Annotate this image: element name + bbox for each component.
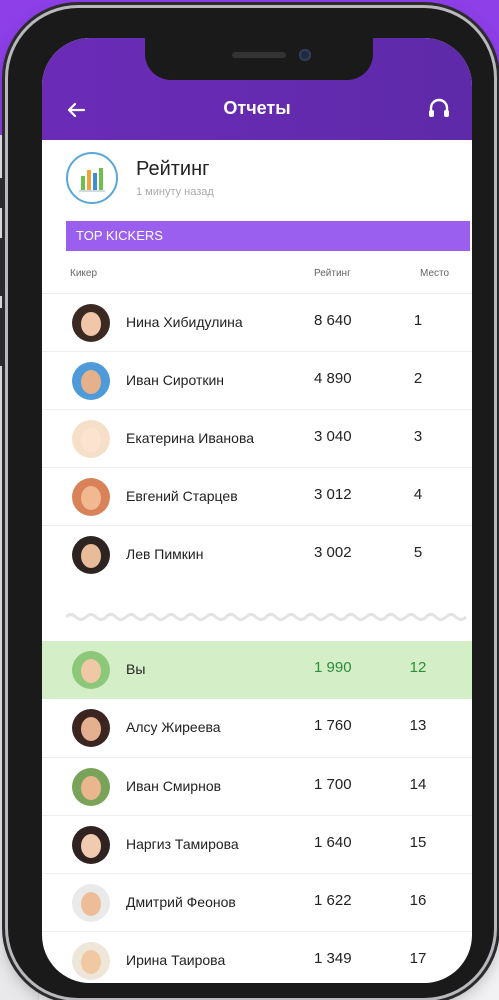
phone-volume-down [0,308,4,366]
speaker-grille [232,52,286,58]
player-rating: 1 990 [314,659,352,676]
phone-frame: Отчеты Рейтинг 1 минуту назад TOP KICKER… [0,8,494,998]
player-place: 16 [409,892,427,909]
table-row[interactable]: Евгений Старцев 3 012 4 [42,467,472,526]
column-header-kicker: Кикер [70,268,98,279]
phone-notch [145,38,373,80]
player-name: Иван Смирнов [126,778,222,794]
phone-mute-switch [0,178,4,208]
player-rating: 1 349 [314,950,352,967]
player-name: Иван Сироткин [126,372,225,388]
bar-chart-icon [66,152,118,204]
player-place: 17 [409,950,427,967]
table-row[interactable]: Наргиз Тамирова 1 640 15 [42,815,472,874]
player-name: Евгений Старцев [126,488,238,504]
avatar [72,304,110,342]
player-place: 4 [413,486,423,503]
player-rating: 1 640 [314,834,352,851]
player-rating: 3 002 [314,544,352,561]
player-name: Наргиз Тамирова [126,836,239,852]
table-row[interactable]: Иван Сироткин 4 890 2 [42,351,472,410]
player-place: 1 [413,312,423,329]
player-place: 12 [409,659,427,676]
player-place: 13 [409,717,427,734]
table-row[interactable]: Нина Хибидулина 8 640 1 [42,293,472,352]
player-rating: 3 040 [314,428,352,445]
player-rating: 1 760 [314,717,352,734]
player-place: 3 [413,428,423,445]
avatar [72,362,110,400]
player-rating: 8 640 [314,312,352,329]
avatar [72,768,110,806]
player-place: 5 [413,544,423,561]
report-timestamp: 1 минуту назад [136,186,214,198]
avatar [72,709,110,747]
avatar [72,884,110,922]
avatar [72,536,110,574]
avatar [72,651,110,689]
table-row[interactable]: Алсу Жиреева 1 760 13 [42,699,472,757]
player-name: Дмитрий Феонов [126,894,236,910]
table-row[interactable]: Ирина Таирова 1 349 17 [42,931,472,983]
table-row[interactable]: Дмитрий Феонов 1 622 16 [42,873,472,932]
table-row[interactable]: Иван Смирнов 1 700 14 [42,757,472,816]
phone-screen: Отчеты Рейтинг 1 минуту назад TOP KICKER… [42,38,472,983]
player-rating: 4 890 [314,370,352,387]
avatar [72,420,110,458]
column-header-place: Место [420,268,450,279]
front-camera [299,49,311,61]
player-name: Вы [126,661,146,677]
player-name: Нина Хибидулина [126,314,243,330]
player-place: 2 [413,370,423,387]
player-name: Лев Пимкин [126,546,204,562]
player-rating: 1 622 [314,892,352,909]
avatar [72,478,110,516]
player-place: 15 [409,834,427,851]
headset-icon[interactable] [426,96,452,122]
list-gap-divider [66,613,468,621]
player-name: Алсу Жиреева [126,719,221,735]
column-header-rating: Рейтинг [314,268,351,279]
section-header-top-kickers: TOP KICKERS [66,221,470,251]
player-name: Екатерина Иванова [126,430,255,446]
player-place: 14 [409,776,427,793]
table-row[interactable]: Лев Пимкин 3 002 5 [42,525,472,584]
page-title: Отчеты [223,98,291,118]
player-name: Ирина Таирова [126,952,226,968]
report-card[interactable]: Рейтинг 1 минуту назад [66,150,446,210]
phone-volume-up [0,238,4,296]
player-rating: 3 012 [314,486,352,503]
table-row-you[interactable]: Вы 1 990 12 [42,641,472,699]
avatar [72,942,110,980]
report-title: Рейтинг [136,158,210,180]
table-row[interactable]: Екатерина Иванова 3 040 3 [42,409,472,468]
player-rating: 1 700 [314,776,352,793]
avatar [72,826,110,864]
